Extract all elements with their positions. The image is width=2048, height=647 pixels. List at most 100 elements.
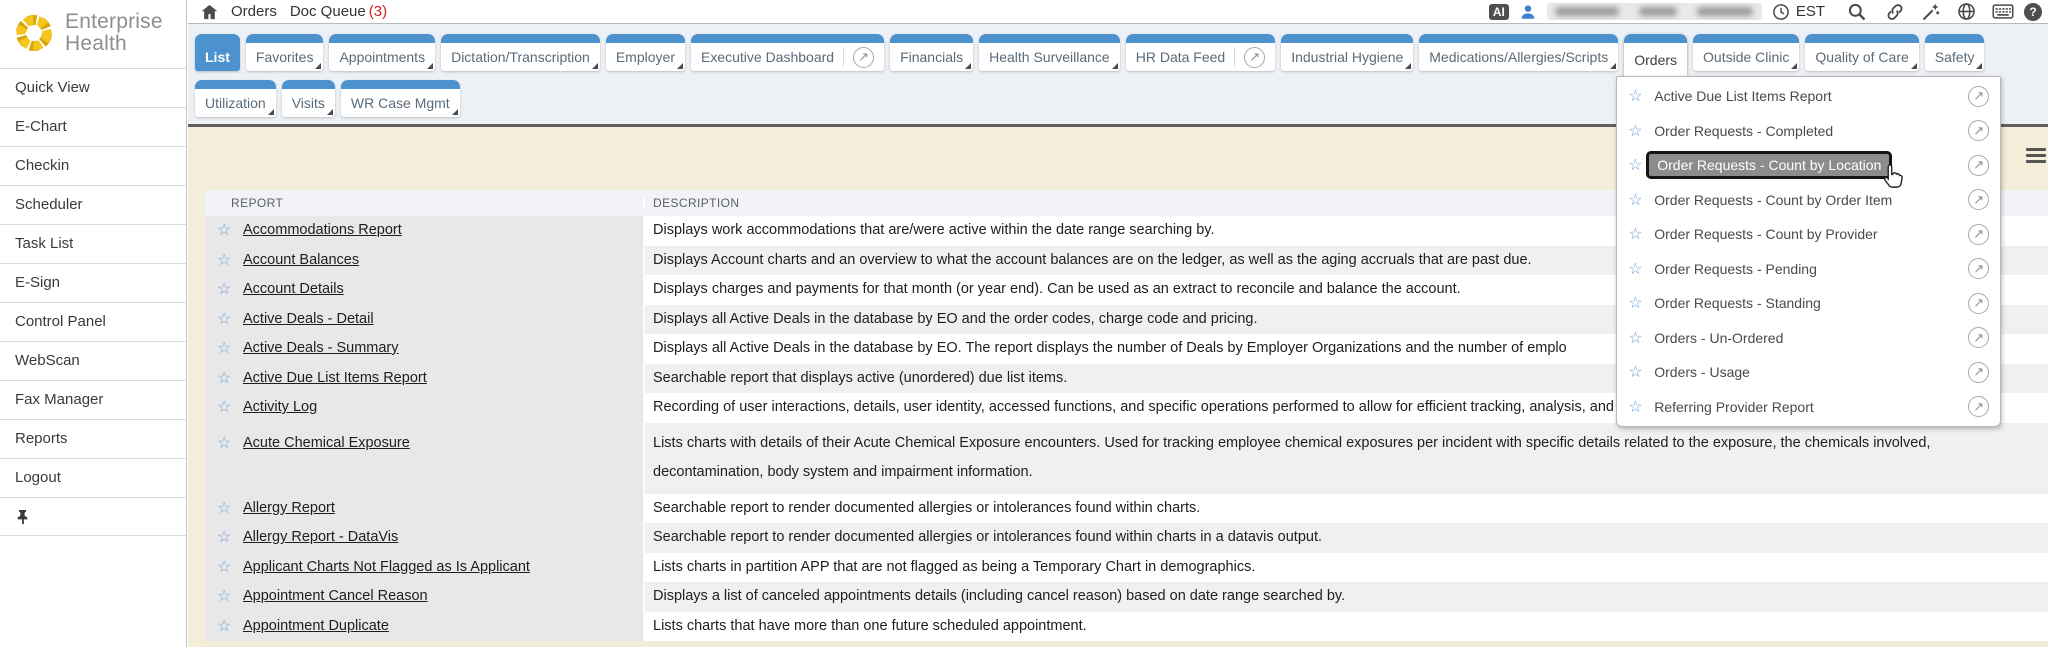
favorite-star-icon[interactable]: ☆ <box>1628 397 1654 417</box>
search-icon[interactable] <box>1847 2 1867 22</box>
menu-item-order-requests-count-by-order-item[interactable]: ☆Order Requests - Count by Order Item↗ <box>1617 183 2000 218</box>
sidebar-item-control-panel[interactable]: Control Panel <box>0 302 186 341</box>
tab-list[interactable]: List <box>195 34 240 71</box>
breadcrumb-orders[interactable]: Orders <box>231 3 277 20</box>
favorite-star-icon[interactable]: ☆ <box>1628 293 1654 313</box>
favorite-star-icon[interactable]: ☆ <box>1628 86 1654 106</box>
tab-visits[interactable]: Visits <box>282 80 335 117</box>
tab-dictation-transcription[interactable]: Dictation/Transcription <box>441 34 600 71</box>
report-link[interactable]: Acute Chemical Exposure <box>243 429 410 459</box>
favorite-star-icon[interactable]: ☆ <box>1628 328 1654 348</box>
favorite-star-icon[interactable]: ☆ <box>1628 362 1654 382</box>
menu-item-orders-usage[interactable]: ☆Orders - Usage↗ <box>1617 355 2000 390</box>
favorite-star-icon[interactable]: ☆ <box>217 305 243 335</box>
tab-utilization[interactable]: Utilization <box>195 80 276 117</box>
tab-outside-clinic[interactable]: Outside Clinic <box>1693 34 1799 71</box>
report-link[interactable]: Activity Log <box>243 393 317 423</box>
report-link[interactable]: Active Deals - Detail <box>243 305 374 335</box>
external-link-icon[interactable]: ↗ <box>853 47 874 68</box>
sidebar-item-scheduler[interactable]: Scheduler <box>0 185 186 224</box>
tab-hr-data-feed[interactable]: HR Data Feed↗ <box>1126 34 1275 71</box>
menu-item-order-requests-completed[interactable]: ☆Order Requests - Completed↗ <box>1617 114 2000 149</box>
tab-quality-of-care[interactable]: Quality of Care <box>1805 34 1918 71</box>
report-link[interactable]: Appointment Cancel Reason <box>243 582 428 612</box>
tab-executive-dashboard[interactable]: Executive Dashboard↗ <box>691 34 884 71</box>
open-in-new-icon[interactable]: ↗ <box>1968 120 1989 141</box>
open-in-new-icon[interactable]: ↗ <box>1968 155 1989 176</box>
report-link[interactable]: Active Due List Items Report <box>243 364 427 394</box>
sidebar-item-logout[interactable]: Logout <box>0 458 186 497</box>
link-icon[interactable] <box>1885 2 1905 22</box>
favorite-star-icon[interactable]: ☆ <box>217 275 243 305</box>
magic-wand-icon[interactable] <box>1921 2 1941 22</box>
menu-item-order-requests-standing[interactable]: ☆Order Requests - Standing↗ <box>1617 286 2000 321</box>
menu-item-referring-provider-report[interactable]: ☆Referring Provider Report↗ <box>1617 390 2000 425</box>
tab-wr-case-mgmt[interactable]: WR Case Mgmt <box>341 80 460 117</box>
favorite-star-icon[interactable]: ☆ <box>217 364 243 394</box>
favorite-star-icon[interactable]: ☆ <box>217 334 243 364</box>
menu-item-order-requests-count-by-location[interactable]: ☆Order Requests - Count by Location↗ <box>1617 148 2000 183</box>
menu-item-active-due-list-items-report[interactable]: ☆Active Due List Items Report↗ <box>1617 79 2000 114</box>
globe-icon[interactable] <box>1957 2 1976 21</box>
breadcrumb-doc-queue[interactable]: Doc Queue(3) <box>290 3 387 20</box>
report-link[interactable]: Allergy Report <box>243 494 335 524</box>
favorite-star-icon[interactable]: ☆ <box>217 393 243 423</box>
favorite-star-icon[interactable]: ☆ <box>217 612 243 642</box>
sidebar-pin-button[interactable] <box>0 497 186 536</box>
table-menu-icon[interactable] <box>2026 145 2046 166</box>
favorite-star-icon[interactable]: ☆ <box>217 582 243 612</box>
report-link[interactable]: Active Deals - Summary <box>243 334 399 364</box>
ai-badge[interactable]: AI <box>1489 4 1509 20</box>
open-in-new-icon[interactable]: ↗ <box>1968 396 1989 417</box>
report-link[interactable]: Accommodations Report <box>243 216 402 246</box>
open-in-new-icon[interactable]: ↗ <box>1968 258 1989 279</box>
favorite-star-icon[interactable]: ☆ <box>217 553 243 583</box>
favorite-star-icon[interactable]: ☆ <box>1628 121 1654 141</box>
sidebar-item-quick-view[interactable]: Quick View <box>0 68 186 107</box>
tab-employer[interactable]: Employer <box>606 34 685 71</box>
clock-icon[interactable] <box>1772 3 1790 21</box>
favorite-star-icon[interactable]: ☆ <box>217 494 243 524</box>
open-in-new-icon[interactable]: ↗ <box>1968 327 1989 348</box>
help-icon[interactable]: ? <box>2024 3 2042 21</box>
sidebar-item-checkin[interactable]: Checkin <box>0 146 186 185</box>
open-in-new-icon[interactable]: ↗ <box>1968 224 1989 245</box>
tab-health-surveillance[interactable]: Health Surveillance <box>979 34 1120 71</box>
favorite-star-icon[interactable]: ☆ <box>217 429 243 459</box>
menu-item-order-requests-count-by-provider[interactable]: ☆Order Requests - Count by Provider↗ <box>1617 217 2000 252</box>
sidebar-item-e-sign[interactable]: E-Sign <box>0 263 186 302</box>
sidebar-item-webscan[interactable]: WebScan <box>0 341 186 380</box>
sidebar-item-reports[interactable]: Reports <box>0 419 186 458</box>
menu-item-order-requests-pending[interactable]: ☆Order Requests - Pending↗ <box>1617 252 2000 287</box>
keyboard-icon[interactable] <box>1992 3 2014 20</box>
tab-appointments[interactable]: Appointments <box>329 34 435 71</box>
favorite-star-icon[interactable]: ☆ <box>1628 224 1654 244</box>
tab-financials[interactable]: Financials <box>890 34 973 71</box>
tab-safety[interactable]: Safety <box>1925 34 1985 71</box>
report-link[interactable]: Allergy Report - DataVis <box>243 523 398 553</box>
tab-medications-allergies-scripts[interactable]: Medications/Allergies/Scripts <box>1419 34 1618 71</box>
report-link[interactable]: Appointment Duplicate <box>243 612 389 642</box>
report-link[interactable]: Applicant Charts Not Flagged as Is Appli… <box>243 553 530 583</box>
home-icon[interactable] <box>201 4 218 20</box>
favorite-star-icon[interactable]: ☆ <box>217 216 243 246</box>
menu-item-orders-un-ordered[interactable]: ☆Orders - Un-Ordered↗ <box>1617 321 2000 356</box>
external-link-icon[interactable]: ↗ <box>1244 47 1265 68</box>
sidebar-item-e-chart[interactable]: E-Chart <box>0 107 186 146</box>
open-in-new-icon[interactable]: ↗ <box>1968 362 1989 383</box>
report-link[interactable]: Account Balances <box>243 246 359 276</box>
favorite-star-icon[interactable]: ☆ <box>217 246 243 276</box>
user-icon[interactable] <box>1519 3 1537 21</box>
sidebar-item-task-list[interactable]: Task List <box>0 224 186 263</box>
open-in-new-icon[interactable]: ↗ <box>1968 86 1989 107</box>
tab-favorites[interactable]: Favorites <box>246 34 324 71</box>
favorite-star-icon[interactable]: ☆ <box>217 523 243 553</box>
tab-orders[interactable]: Orders☆Active Due List Items Report↗☆Ord… <box>1624 34 1687 76</box>
open-in-new-icon[interactable]: ↗ <box>1968 189 1989 210</box>
sidebar-item-fax-manager[interactable]: Fax Manager <box>0 380 186 419</box>
report-link[interactable]: Account Details <box>243 275 344 305</box>
open-in-new-icon[interactable]: ↗ <box>1968 293 1989 314</box>
tab-industrial-hygiene[interactable]: Industrial Hygiene <box>1281 34 1413 71</box>
favorite-star-icon[interactable]: ☆ <box>1628 190 1654 210</box>
favorite-star-icon[interactable]: ☆ <box>1628 259 1654 279</box>
